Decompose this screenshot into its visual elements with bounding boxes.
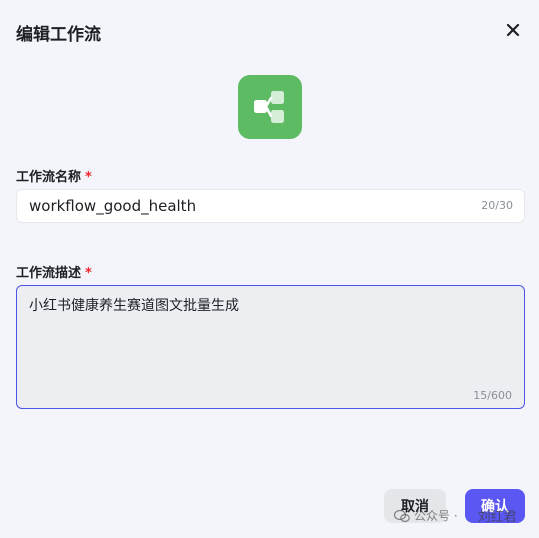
- description-required-mark: *: [85, 266, 92, 281]
- name-field-box: 20/30: [16, 189, 525, 223]
- name-label: 工作流名称 *: [16, 166, 92, 185]
- workflow-icon-tile[interactable]: [238, 75, 302, 139]
- name-label-text: 工作流名称: [16, 170, 82, 185]
- cancel-button[interactable]: 取消: [384, 489, 446, 523]
- close-icon: [506, 23, 520, 37]
- confirm-button[interactable]: 确认: [465, 489, 525, 523]
- description-char-counter: 15/600: [473, 389, 512, 402]
- edit-workflow-dialog: 编辑工作流 工作流名称* 20/30 工作流描述* 小红书健康养生赛道图文批量生…: [0, 0, 539, 538]
- close-button[interactable]: [503, 20, 523, 40]
- workflow-icon: [254, 91, 284, 123]
- name-char-counter: 20/30: [481, 199, 513, 212]
- workflow-name-input[interactable]: [17, 190, 457, 222]
- workflow-description-textarea[interactable]: 小红书健康养生赛道图文批量生成: [17, 286, 524, 386]
- name-required-mark: *: [85, 170, 92, 185]
- description-field-box: 小红书健康养生赛道图文批量生成 15/600: [16, 285, 525, 409]
- description-label-text: 工作流描述: [16, 266, 82, 281]
- description-label: 工作流描述 *: [16, 262, 92, 281]
- dialog-title: 编辑工作流: [16, 25, 101, 45]
